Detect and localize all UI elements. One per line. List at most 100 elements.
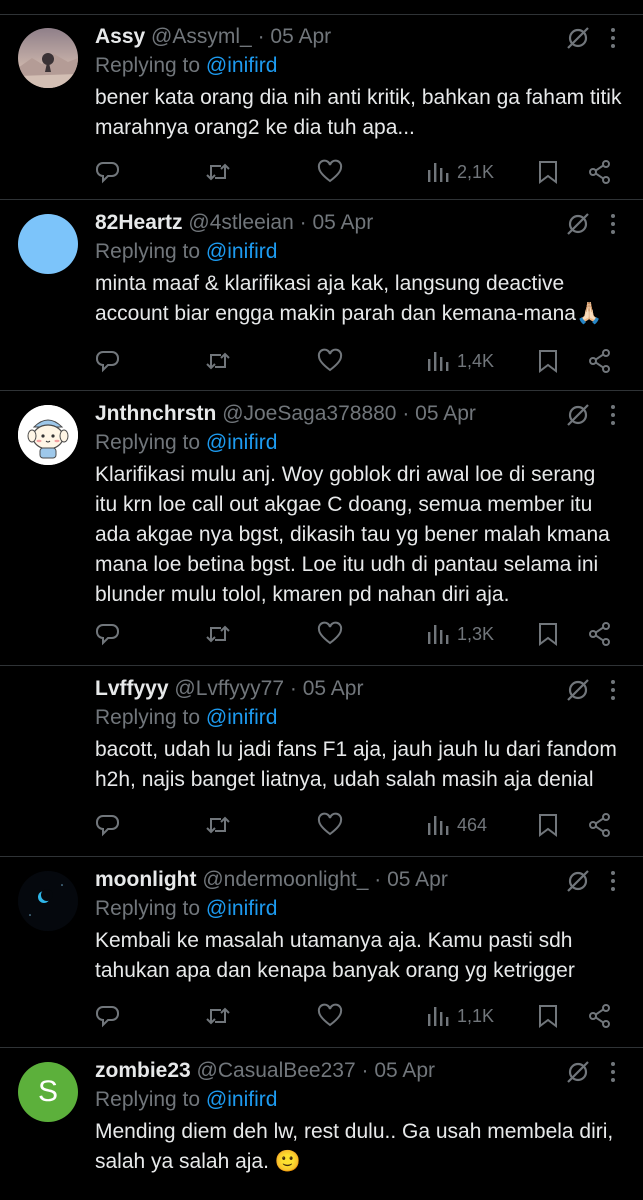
display-name[interactable]: Lvffyyy xyxy=(95,677,169,700)
user-handle[interactable]: @ndermoonlight_ xyxy=(202,868,368,891)
bookmark-button[interactable] xyxy=(535,617,561,651)
grok-icon[interactable] xyxy=(565,25,591,51)
grok-icon[interactable] xyxy=(565,868,591,894)
mention-link[interactable]: @inifird xyxy=(206,54,278,77)
bookmark-icon xyxy=(539,814,557,837)
views-button[interactable]: 1,4K xyxy=(425,344,494,378)
display-name[interactable]: zombie23 xyxy=(95,1059,191,1082)
retweet-button[interactable] xyxy=(205,344,231,378)
more-options-icon[interactable] xyxy=(603,25,623,51)
reply-text: Klarifikasi mulu anj. Woy goblok dri awa… xyxy=(95,463,610,606)
views-button[interactable]: 1,3K xyxy=(425,617,494,651)
reply-text: minta maaf & klarifikasi aja kak, langsu… xyxy=(95,272,603,325)
post-date[interactable]: 05 Apr xyxy=(303,677,364,700)
like-button[interactable] xyxy=(317,344,343,378)
reply-item[interactable]: S zombie23 @CasualBee237 · 05 Apr Replyi… xyxy=(0,1049,643,1200)
more-options-icon[interactable] xyxy=(603,211,623,237)
like-button[interactable] xyxy=(317,999,343,1033)
user-handle[interactable]: @JoeSaga378880 xyxy=(222,402,396,425)
reply-icon xyxy=(96,624,119,646)
display-name[interactable]: Jnthnchrstn xyxy=(95,402,216,425)
reply-icon xyxy=(96,162,119,184)
heart-icon xyxy=(317,621,343,645)
reply-item[interactable]: moonlight @ndermoonlight_ · 05 Apr Reply… xyxy=(0,858,643,1048)
reply-item[interactable]: Jnthnchrstn @JoeSaga378880 · 05 Apr Repl… xyxy=(0,392,643,666)
user-handle[interactable]: @CasualBee237 xyxy=(197,1059,356,1082)
like-button[interactable] xyxy=(317,617,343,651)
heart-icon xyxy=(317,159,343,183)
retweet-button[interactable] xyxy=(205,999,231,1033)
replying-to: Replying to @inifird xyxy=(95,1085,623,1115)
replying-to-label: Replying to xyxy=(95,897,201,920)
action-bar: 2,1K xyxy=(95,155,623,189)
views-count: 1,3K xyxy=(457,623,495,644)
grok-icon[interactable] xyxy=(565,677,591,703)
share-button[interactable] xyxy=(587,808,613,842)
reply-item[interactable]: 82Heartz @4stleeian · 05 Apr Replying to… xyxy=(0,201,643,391)
display-name[interactable]: moonlight xyxy=(95,868,196,891)
post-date[interactable]: 05 Apr xyxy=(270,25,331,48)
mention-link[interactable]: @inifird xyxy=(206,431,278,454)
share-button[interactable] xyxy=(587,999,613,1033)
replying-to-label: Replying to xyxy=(95,54,201,77)
share-icon xyxy=(589,349,610,373)
replying-to: Replying to @inifird xyxy=(95,428,623,458)
post-date[interactable]: 05 Apr xyxy=(312,211,373,234)
bookmark-button[interactable] xyxy=(535,155,561,189)
retweet-button[interactable] xyxy=(205,617,231,651)
display-name[interactable]: Assy xyxy=(95,25,145,48)
retweet-button[interactable] xyxy=(205,155,231,189)
reply-text: Kembali ke masalah utamanya aja. Kamu pa… xyxy=(95,929,575,982)
reply-button[interactable] xyxy=(95,617,121,651)
like-button[interactable] xyxy=(317,808,343,842)
reply-button[interactable] xyxy=(95,999,121,1033)
post-date[interactable]: 05 Apr xyxy=(374,1059,435,1082)
views-button[interactable]: 1,1K xyxy=(425,999,494,1033)
display-name[interactable]: 82Heartz xyxy=(95,211,183,234)
more-options-icon[interactable] xyxy=(603,402,623,428)
more-options-icon[interactable] xyxy=(603,868,623,894)
share-button[interactable] xyxy=(587,155,613,189)
grok-icon[interactable] xyxy=(565,402,591,428)
avatar[interactable] xyxy=(18,871,78,931)
reply-item[interactable]: Lvffyyy @Lvffyyy77 · 05 Apr Replying to … xyxy=(0,667,643,857)
reply-item[interactable]: Assy @Assyml_ · 05 Apr Replying to @inif… xyxy=(0,15,643,200)
bookmark-icon xyxy=(539,161,557,184)
grok-icon[interactable] xyxy=(565,1059,591,1085)
post-date[interactable]: 05 Apr xyxy=(387,868,448,891)
reply-icon xyxy=(96,1006,119,1028)
more-options-icon[interactable] xyxy=(603,677,623,703)
share-button[interactable] xyxy=(587,617,613,651)
bookmark-button[interactable] xyxy=(535,808,561,842)
share-button[interactable] xyxy=(587,344,613,378)
mention-link[interactable]: @inifird xyxy=(206,240,278,263)
avatar[interactable] xyxy=(18,28,78,88)
avatar[interactable]: S xyxy=(18,1062,78,1122)
avatar[interactable] xyxy=(18,405,78,465)
replying-to-label: Replying to xyxy=(95,1088,201,1111)
mention-link[interactable]: @inifird xyxy=(206,706,278,729)
like-button[interactable] xyxy=(317,155,343,189)
views-button[interactable]: 2,1K xyxy=(425,155,494,189)
reply-icon xyxy=(96,815,119,837)
share-icon xyxy=(589,160,610,184)
post-date[interactable]: 05 Apr xyxy=(415,402,476,425)
mention-link[interactable]: @inifird xyxy=(206,897,278,920)
reply-button[interactable] xyxy=(95,155,121,189)
separator-dot: · xyxy=(361,1059,369,1082)
reply-button[interactable] xyxy=(95,344,121,378)
user-handle[interactable]: @Assyml_ xyxy=(151,25,252,48)
reply-text: bener kata orang dia nih anti kritik, ba… xyxy=(95,86,622,139)
reply-button[interactable] xyxy=(95,808,121,842)
user-handle[interactable]: @4stleeian xyxy=(188,211,293,234)
grok-icon[interactable] xyxy=(565,211,591,237)
user-handle[interactable]: @Lvffyyy77 xyxy=(174,677,284,700)
bookmark-button[interactable] xyxy=(535,344,561,378)
mention-link[interactable]: @inifird xyxy=(206,1088,278,1111)
avatar[interactable] xyxy=(18,680,78,740)
retweet-button[interactable] xyxy=(205,808,231,842)
views-button[interactable]: 464 xyxy=(425,808,487,842)
avatar[interactable] xyxy=(18,214,78,274)
bookmark-button[interactable] xyxy=(535,999,561,1033)
more-options-icon[interactable] xyxy=(603,1059,623,1085)
